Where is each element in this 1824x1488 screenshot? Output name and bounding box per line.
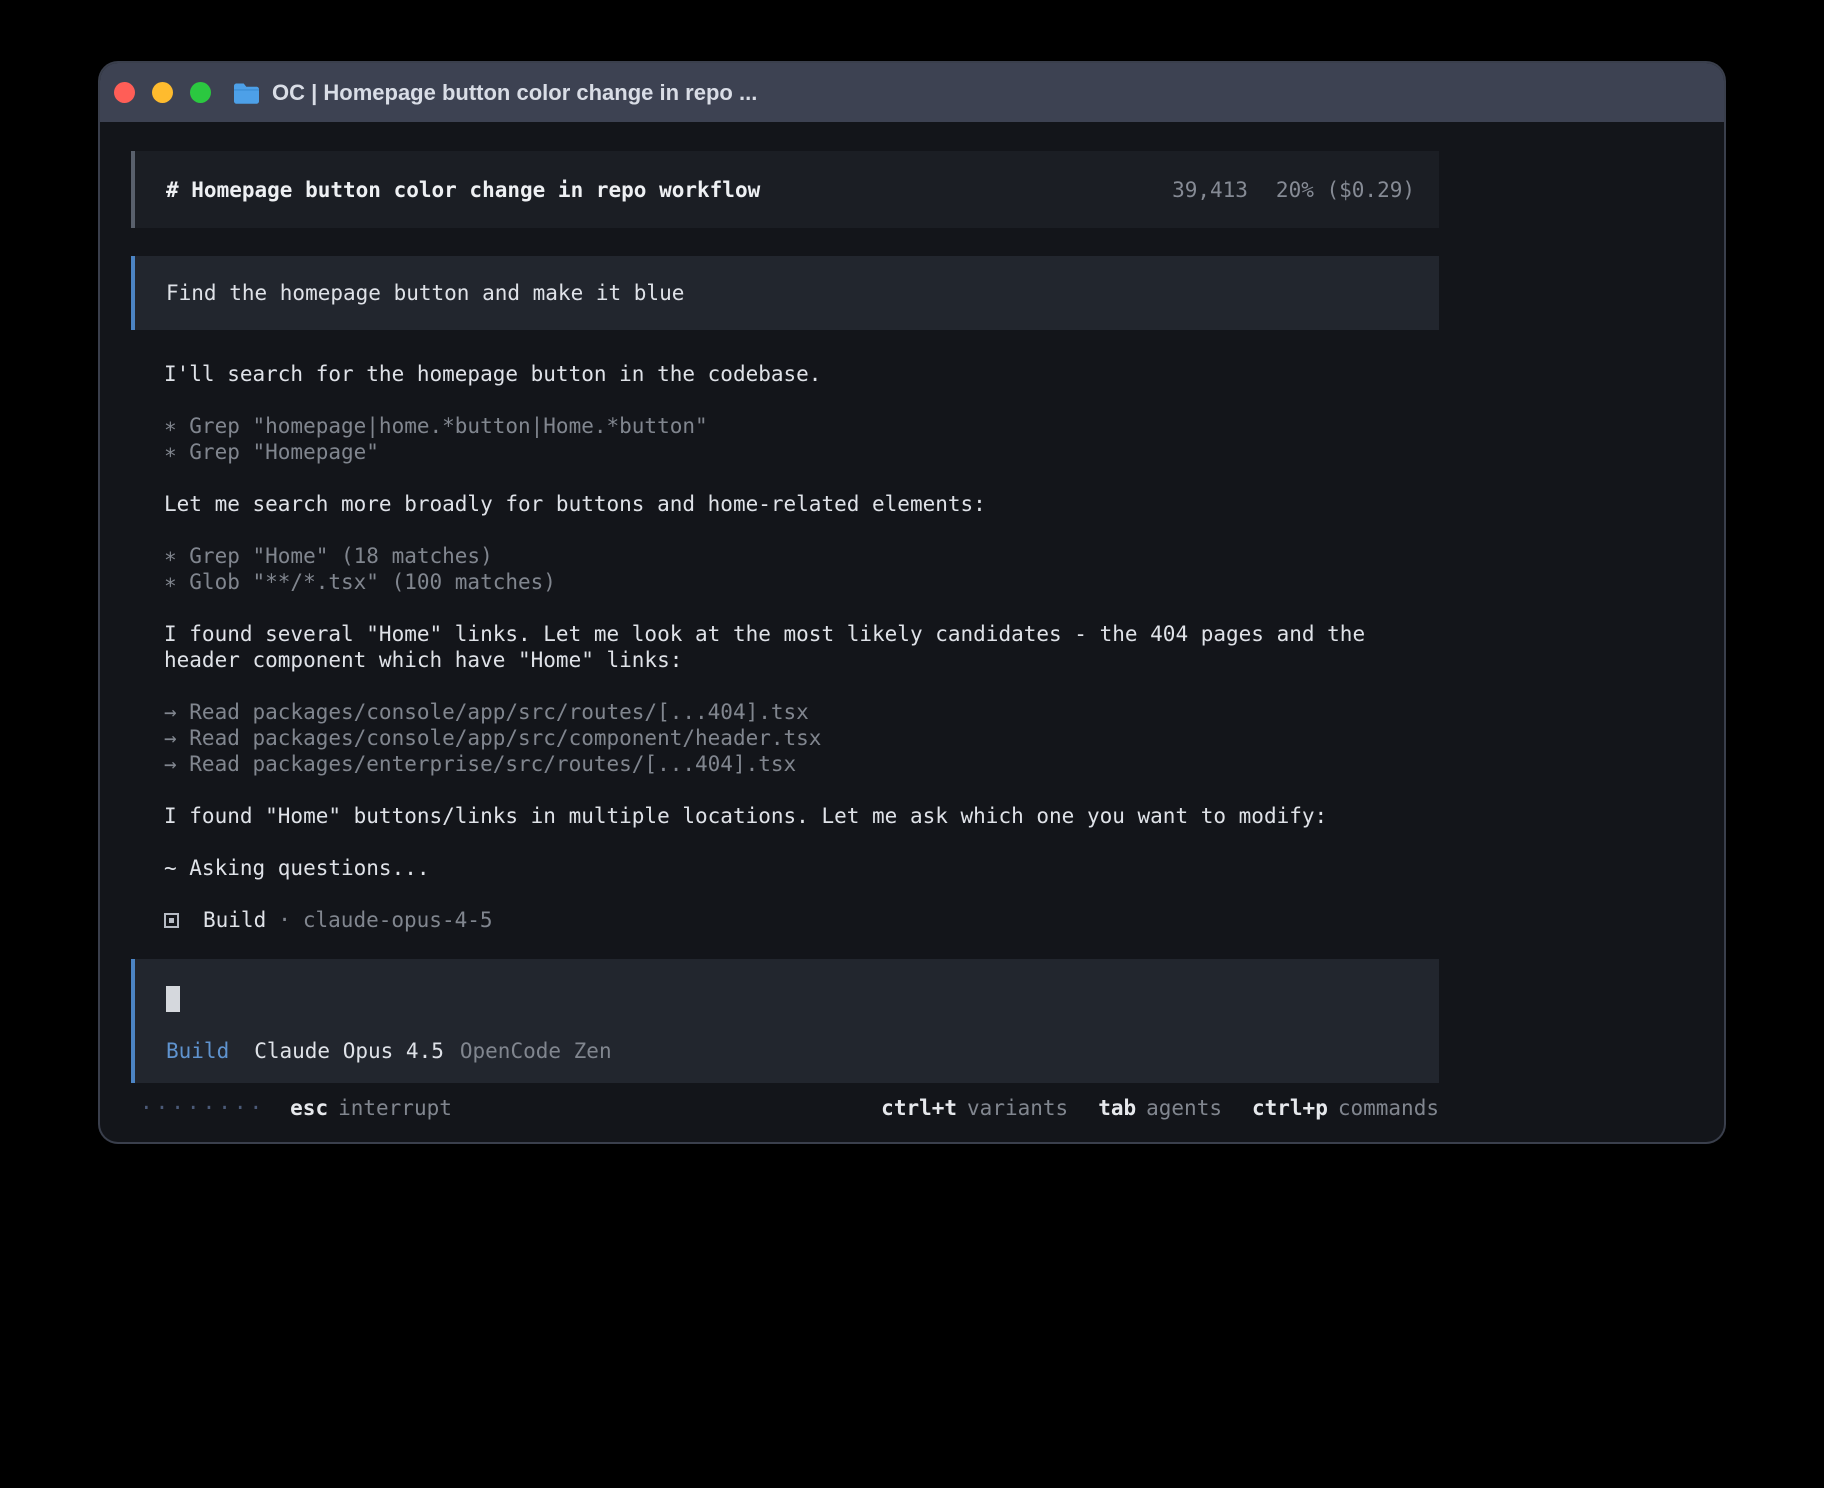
titlebar[interactable]: OC | Homepage button color change in rep… [100, 63, 1724, 122]
agent-status: Build · claude-opus-4-5 [164, 907, 1439, 933]
prompt-input[interactable]: Build Claude Opus 4.5 OpenCode Zen [131, 959, 1439, 1083]
shortcut-label: agents [1146, 1095, 1222, 1121]
status-left: ········ esc interrupt [131, 1095, 452, 1121]
window-controls [114, 82, 211, 103]
working-status: ~ Asking questions... [164, 855, 1439, 881]
tool-call-glob: ∗ Glob "**/*.tsx" (100 matches) [164, 569, 1439, 595]
conversation: I'll search for the homepage button in t… [131, 361, 1439, 933]
agent-name: Build [203, 907, 266, 933]
assistant-text: I'll search for the homepage button in t… [164, 361, 1439, 387]
shortcut-label: variants [967, 1095, 1068, 1121]
tool-call-grep: ∗ Grep "Home" (18 matches) [164, 543, 1439, 569]
tool-call-read: → Read packages/console/app/src/routes/[… [164, 699, 1439, 725]
minimize-button[interactable] [152, 82, 173, 103]
tool-call-grep: ∗ Grep "homepage|home.*button|Home.*butt… [164, 413, 1439, 439]
context-usage-cost: 20% ($0.29) [1276, 178, 1415, 202]
tool-call-grep: ∗ Grep "Homepage" [164, 439, 1439, 465]
shortcut-agents: tab agents [1098, 1095, 1222, 1121]
assistant-text: I found "Home" buttons/links in multiple… [164, 803, 1439, 829]
tool-call-read: → Read packages/enterprise/src/routes/[.… [164, 751, 1439, 777]
session-title: # Homepage button color change in repo w… [166, 178, 760, 202]
shortcut-commands: ctrl+p commands [1252, 1095, 1439, 1121]
shortcut-key: ctrl+p [1252, 1095, 1328, 1121]
input-meta: Build Claude Opus 4.5 OpenCode Zen [166, 1038, 1408, 1064]
terminal-window: OC | Homepage button color change in rep… [100, 63, 1724, 1142]
esc-key-hint: esc [290, 1095, 328, 1121]
shortcut-key: ctrl+t [881, 1095, 957, 1121]
shortcut-label: commands [1338, 1095, 1439, 1121]
assistant-text: Let me search more broadly for buttons a… [164, 491, 1439, 517]
status-right: ctrl+t variants tab agents ctrl+p comman… [881, 1095, 1439, 1121]
user-message-text: Find the homepage button and make it blu… [166, 281, 684, 305]
session-header: # Homepage button color change in repo w… [131, 151, 1439, 228]
agent-separator: · [278, 907, 291, 933]
provider-name: OpenCode Zen [460, 1038, 612, 1064]
esc-key-label: interrupt [338, 1095, 452, 1121]
agent-model: claude-opus-4-5 [303, 907, 493, 933]
folder-icon [233, 81, 260, 104]
shortcut-key: tab [1098, 1095, 1136, 1121]
mode-indicator[interactable]: Build [166, 1038, 229, 1064]
token-count: 39,413 [1172, 178, 1248, 202]
assistant-text: I found several "Home" links. Let me loo… [164, 621, 1439, 673]
model-name[interactable]: Claude Opus 4.5 [254, 1038, 444, 1064]
window-title: OC | Homepage button color change in rep… [272, 80, 757, 106]
close-button[interactable] [114, 82, 135, 103]
status-bar: ········ esc interrupt ctrl+t variants t… [131, 1095, 1439, 1121]
agent-icon [164, 913, 179, 928]
spinner-dots: ········ [140, 1095, 265, 1121]
shortcut-variants: ctrl+t variants [881, 1095, 1068, 1121]
user-message: Find the homepage button and make it blu… [131, 256, 1439, 330]
tool-call-read: → Read packages/console/app/src/componen… [164, 725, 1439, 751]
zoom-button[interactable] [190, 82, 211, 103]
terminal-content: # Homepage button color change in repo w… [100, 122, 1724, 1121]
session-stats: 39,413 20% ($0.29) [1172, 178, 1415, 202]
text-cursor [166, 986, 180, 1012]
